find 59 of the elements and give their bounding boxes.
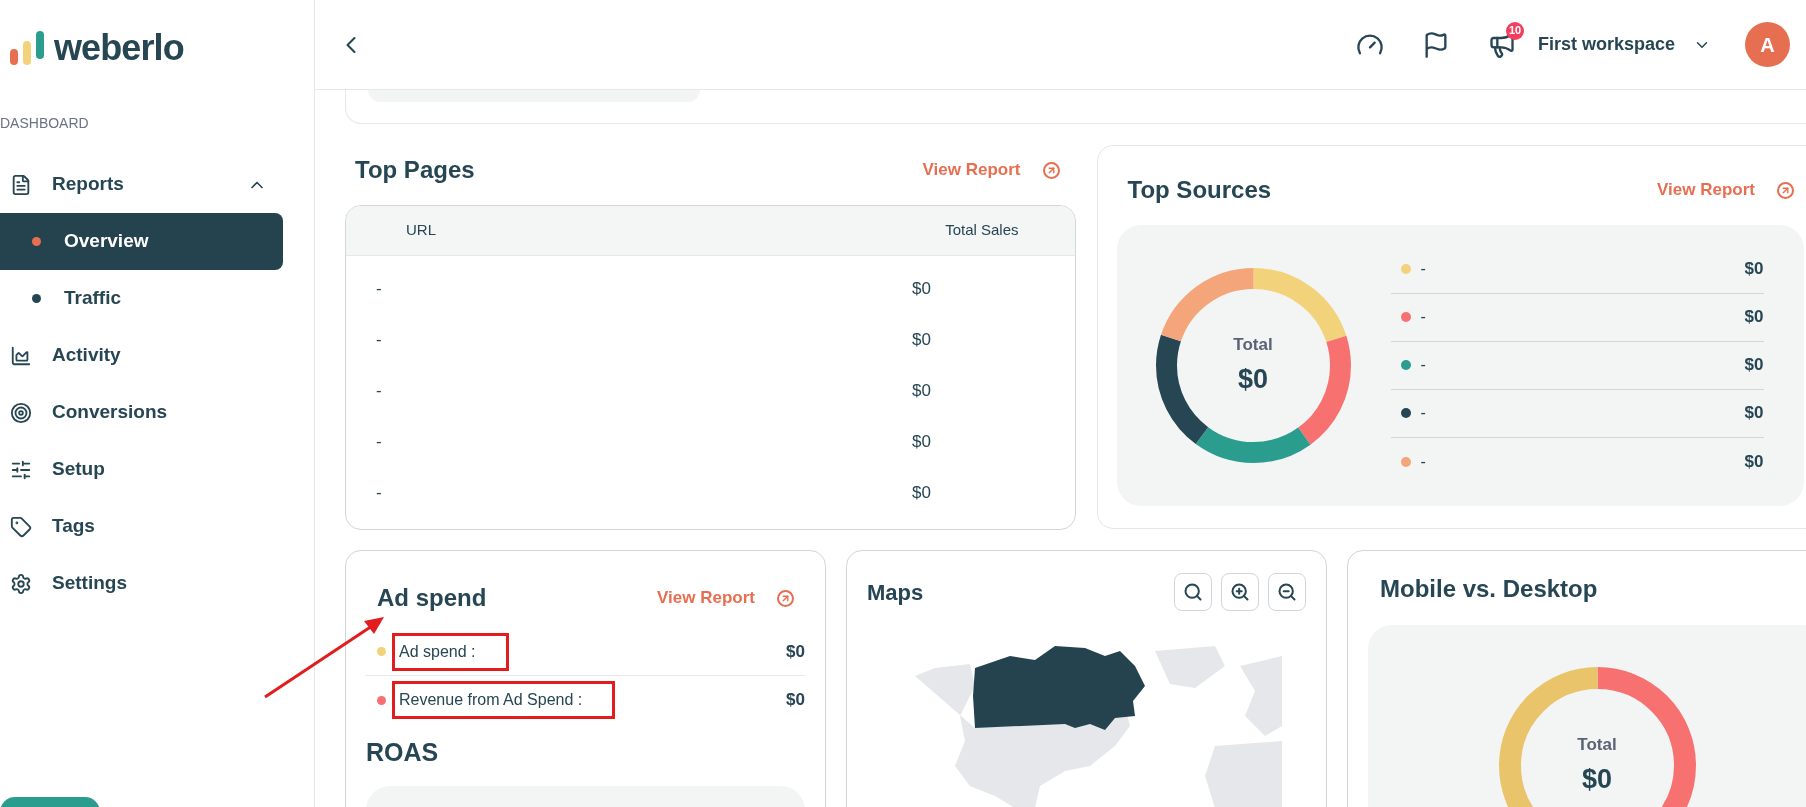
legend-label: - xyxy=(1420,259,1427,279)
table-cell-text: - xyxy=(376,481,383,504)
target-icon xyxy=(10,401,34,424)
legend-label: - xyxy=(1420,403,1427,423)
nav-item[interactable]: Activity xyxy=(0,327,314,384)
logo-icon xyxy=(10,31,46,65)
card-title: Maps xyxy=(867,578,924,607)
legend-value: $0 xyxy=(1744,258,1764,281)
nav-item[interactable]: Setup xyxy=(0,441,314,498)
workspace-dropdown[interactable]: First workspace xyxy=(1537,31,1711,58)
table-cell-text: - xyxy=(376,328,383,351)
card-title: Top Sources xyxy=(1127,175,1272,205)
nav-item[interactable]: Conversions xyxy=(0,384,314,441)
bullet-icon xyxy=(32,294,41,303)
table-cell-text: $0 xyxy=(912,277,931,300)
table-cell-text: - xyxy=(376,379,383,402)
search-icon[interactable] xyxy=(1183,582,1203,602)
nav-item[interactable]: Reports xyxy=(0,156,314,213)
metric-value: $0 xyxy=(786,689,805,712)
column-header: Total Sales xyxy=(945,220,1019,241)
search-button[interactable] xyxy=(1174,573,1212,611)
legend-label: - xyxy=(1420,307,1427,327)
legend-value: $0 xyxy=(1744,450,1764,473)
zoom-in-icon[interactable] xyxy=(1230,582,1250,602)
metric-value: $0 xyxy=(786,640,805,663)
tag-icon xyxy=(10,515,34,538)
table-cell-text: $0 xyxy=(912,328,931,351)
table-cell-text: - xyxy=(376,277,383,300)
table-cell-text: $0 xyxy=(912,481,931,504)
total-value: $0 xyxy=(1237,363,1268,396)
total-value: $0 xyxy=(1581,763,1612,796)
table-cell-text: $0 xyxy=(912,430,931,453)
legend-label: - xyxy=(1420,355,1427,375)
zoom-out-button[interactable] xyxy=(1268,573,1306,611)
logo-text: weberlo xyxy=(54,30,184,66)
nav-item[interactable]: Tags xyxy=(0,498,314,555)
bullet-icon xyxy=(32,237,41,246)
table-cell-text: - xyxy=(376,430,383,453)
card-title: Mobile vs. Desktop xyxy=(1380,574,1599,604)
legend-value: $0 xyxy=(1744,354,1764,377)
legend-label: - xyxy=(1420,451,1427,472)
zoom-out-icon[interactable] xyxy=(1277,582,1297,602)
nav-item[interactable]: Settings xyxy=(0,555,314,612)
total-label: Total xyxy=(1233,333,1273,356)
metric-label: Revenue from Ad Spend : xyxy=(392,681,616,719)
notification-badge: 10 xyxy=(1505,21,1525,40)
nav-subitem[interactable]: Overview xyxy=(0,213,283,270)
card-title: Ad spend xyxy=(377,583,487,613)
table-cell-text: $0 xyxy=(912,379,931,402)
legend-value: $0 xyxy=(1744,402,1764,425)
nav-subitem[interactable]: Traffic xyxy=(0,270,283,327)
metric-label: Ad spend : xyxy=(392,632,509,671)
zoom-in-button[interactable] xyxy=(1221,573,1259,611)
section-title: ROAS xyxy=(366,737,440,768)
total-label: Total xyxy=(1577,733,1617,756)
column-header: URL xyxy=(406,220,436,241)
legend-value: $0 xyxy=(1744,306,1764,329)
card-title: Top Pages xyxy=(355,155,475,185)
section-label: DASHBOARD xyxy=(0,116,90,130)
